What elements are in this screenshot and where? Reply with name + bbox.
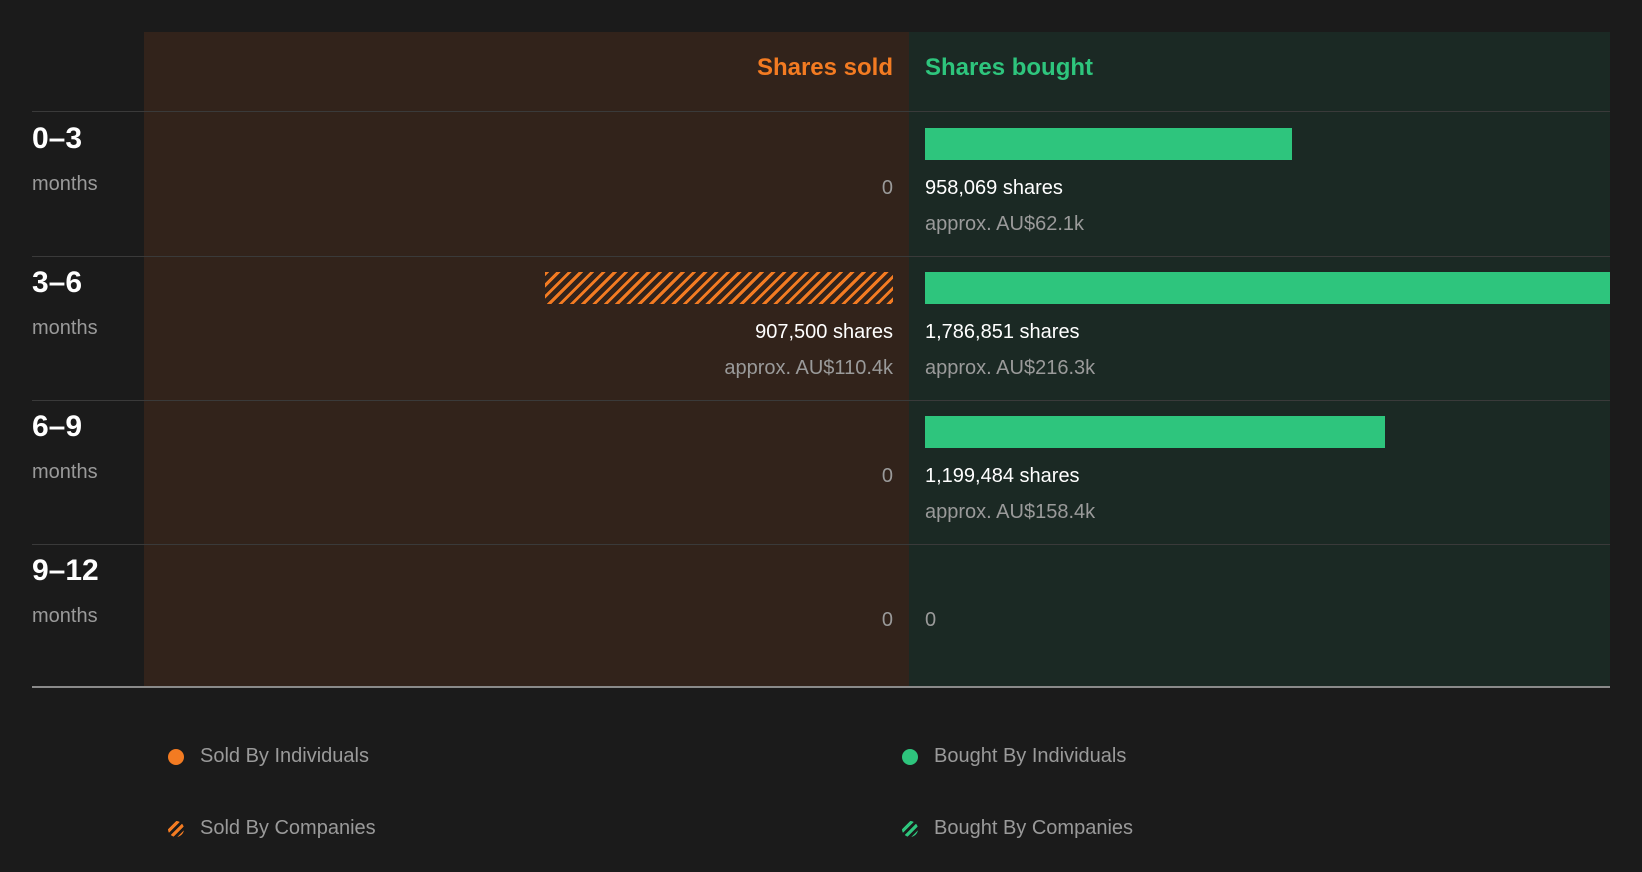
bought-shares-value: 1,786,851 shares [925,321,1080,343]
period-label: 9–12 [32,554,99,587]
period-unit: months [32,317,98,339]
bought-bar [925,272,1610,304]
legend-sold-companies[interactable]: Sold By Companies [168,817,376,840]
legend-sold-individuals[interactable]: Sold By Individuals [168,745,369,768]
row-divider [32,256,1610,257]
chart-baseline [32,686,1610,688]
bought-bar [925,416,1385,448]
legend-label: Bought By Companies [934,817,1134,839]
bought-shares-value: 0 [925,609,937,631]
bought-shares-value: 1,199,484 shares [925,465,1080,487]
legend-label: Bought By Individuals [934,745,1127,767]
sold-shares-value: 0 [881,609,893,631]
period-label: 6–9 [32,410,83,443]
legend-label: Sold By Companies [200,817,376,839]
green-dot-icon [902,748,918,765]
shares-bought-header: Shares bought [925,54,1094,81]
period-label: 3–6 [32,266,83,299]
row-divider [32,111,1610,112]
legend-bought-companies[interactable]: Bought By Companies [902,817,1133,840]
period-unit: months [32,461,98,483]
bought-approx-value: approx. AU$158.4k [925,501,1096,523]
sold-shares-value: 907,500 shares [755,321,893,343]
bought-approx-value: approx. AU$62.1k [925,213,1084,235]
orange-dot-icon [168,748,184,765]
period-unit: months [32,605,98,627]
orange-hatched-dot-icon [168,820,184,837]
sold-shares-value: 0 [881,177,893,199]
sold-approx-value: approx. AU$110.4k [724,357,893,379]
legend-bought-individuals[interactable]: Bought By Individuals [902,745,1126,768]
bought-bar [925,128,1292,160]
period-label: 0–3 [32,122,83,155]
legend-label: Sold By Individuals [200,745,369,767]
row-divider [32,400,1610,401]
sold-shares-value: 0 [881,465,893,487]
period-unit: months [32,173,98,195]
bought-shares-value: 958,069 shares [925,177,1063,199]
green-hatched-dot-icon [902,820,918,837]
sold-companies-bar [545,272,893,304]
row-divider [32,544,1610,545]
shares-sold-header: Shares sold [756,54,893,81]
bought-approx-value: approx. AU$216.3k [925,357,1096,379]
